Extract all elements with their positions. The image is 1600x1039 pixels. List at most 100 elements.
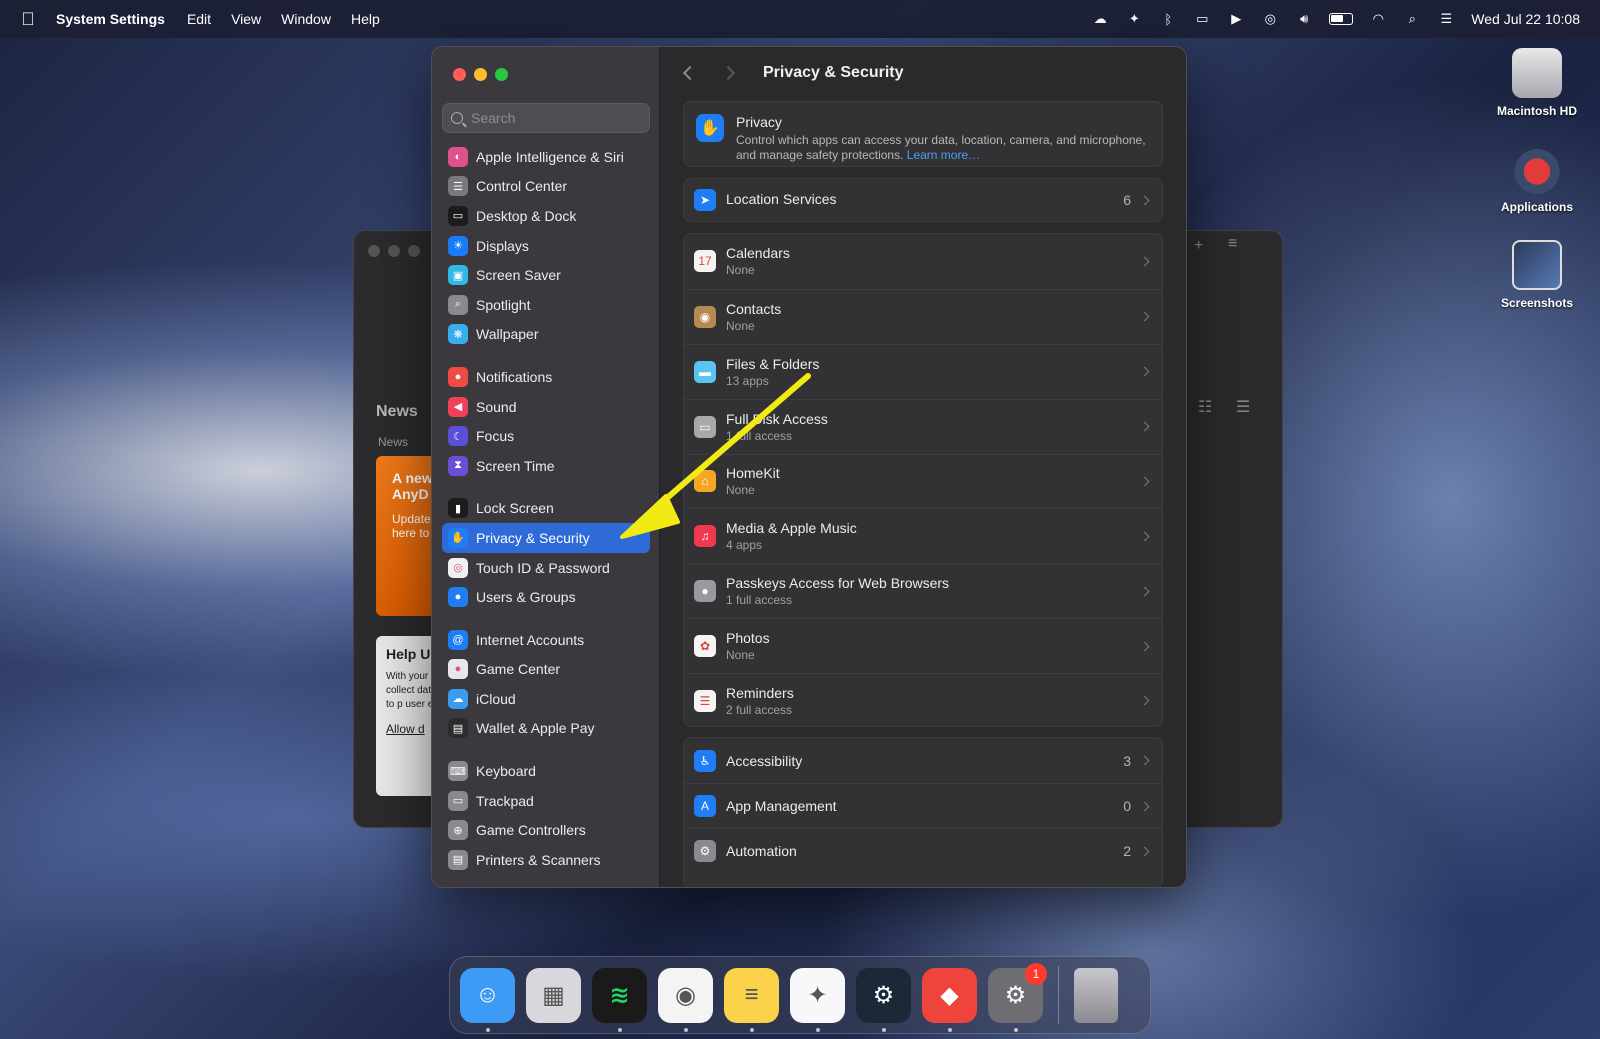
wifi-icon[interactable]: ◠ <box>1369 11 1387 26</box>
sidebar-item-screen-time[interactable]: ⧗ Screen Time <box>442 451 650 481</box>
sidebar-item-apple-intelligence-siri[interactable]: ◐ Apple Intelligence & Siri <box>442 142 650 172</box>
dock-spotify-icon[interactable]: ≋ <box>592 967 647 1032</box>
app-menu[interactable]: System Settings <box>56 11 165 27</box>
privacy-row-homekit[interactable]: ⌂ HomeKit None <box>684 453 1162 509</box>
bg-minimize-button[interactable] <box>388 245 400 257</box>
notifications-icon: ● <box>448 366 468 387</box>
close-button[interactable] <box>453 68 466 81</box>
dock-launchpad-icon[interactable]: ▦ <box>526 967 581 1023</box>
wallet-icon: ▤ <box>448 718 468 739</box>
bluetooth-icon[interactable]: ᛒ <box>1159 12 1177 27</box>
sidebar-item-users-groups[interactable]: ● Users & Groups <box>442 582 650 612</box>
bg-grid-view-icon[interactable]: ☷ <box>1198 397 1212 417</box>
learn-more-link[interactable]: Learn more… <box>907 148 980 162</box>
running-indicator <box>881 1027 886 1032</box>
row-status: None <box>726 263 755 278</box>
zoom-button[interactable] <box>495 68 508 81</box>
battery-icon[interactable] <box>1329 13 1354 25</box>
airdrop-icon[interactable]: ◎ <box>1261 11 1279 26</box>
privacy-row-full-disk-access[interactable]: ▭ Full Disk Access 1 full access <box>684 398 1162 454</box>
sidebar-item-sound[interactable]: ◀ Sound <box>442 392 650 422</box>
screen-time-icon: ⧗ <box>448 455 468 476</box>
desktop-icon-screenshots[interactable]: Screenshots <box>1487 240 1587 310</box>
back-chevron-icon[interactable] <box>682 65 698 81</box>
privacy-row-contacts[interactable]: ◉ Contacts None <box>684 288 1162 344</box>
privacy-row-app-management[interactable]: A App Management 0 <box>684 783 1162 828</box>
privacy-row-passkeys-access-for-web-browsers[interactable]: ● Passkeys Access for Web Browsers 1 full … <box>684 563 1162 618</box>
dock-notes-icon[interactable]: ≡ <box>724 967 779 1032</box>
sidebar-list: ◐ Apple Intelligence & Siri ☰ Control Cente… <box>442 142 650 875</box>
chevron-right-icon <box>1139 846 1150 856</box>
sidebar-item-lock-screen[interactable]: ▮ Lock Screen <box>442 494 650 524</box>
dock-trash-icon[interactable] <box>1074 967 1118 1023</box>
sidebar-item-label: Game Controllers <box>476 822 586 839</box>
sidebar-item-wallpaper[interactable]: ❋ Wallpaper <box>442 320 650 350</box>
running-indicator <box>1013 1027 1018 1032</box>
desktop-icon-macintosh-hd[interactable]: Macintosh HD <box>1487 48 1587 118</box>
sidebar-item-wallet-apple-pay[interactable]: ▤ Wallet & Apple Pay <box>442 714 650 744</box>
bg-zoom-button[interactable] <box>408 245 420 257</box>
dock-steam-icon[interactable]: ⚙ <box>856 967 911 1032</box>
applications-folder-icon <box>1512 144 1562 194</box>
minimize-button[interactable] <box>474 68 487 81</box>
menu-window[interactable]: Window <box>281 11 331 27</box>
menu-clock[interactable]: Wed Jul 22 10:08 <box>1471 11 1580 27</box>
row-label: Accessibility <box>726 752 803 769</box>
forward-chevron-icon[interactable] <box>720 65 736 81</box>
sidebar-item-keyboard[interactable]: ⌨ Keyboard <box>442 756 650 786</box>
dock-finder-icon[interactable]: ☺ <box>460 967 515 1032</box>
bg-close-button[interactable] <box>368 245 380 257</box>
sidebar-item-displays[interactable]: ☀ Displays <box>442 231 650 261</box>
menu-help[interactable]: Help <box>351 11 380 27</box>
sidebar-item-control-center[interactable]: ☰ Control Center <box>442 172 650 202</box>
spotlight-search-icon[interactable]: ⌕ <box>1403 11 1421 26</box>
dock-anydesk-icon[interactable]: ◆ <box>922 967 977 1032</box>
search-field[interactable] <box>442 103 650 133</box>
sidebar-item-screen-saver[interactable]: ▣ Screen Saver <box>442 260 650 290</box>
privacy-row-files-folders[interactable]: ▬ Files & Folders 13 apps <box>684 343 1162 399</box>
privacy-description: Control which apps can access your data,… <box>736 133 1150 163</box>
sidebar-item-game-controllers[interactable]: ⊕ Game Controllers <box>442 815 650 845</box>
privacy-row-photos[interactable]: ✿ Photos None <box>684 618 1162 673</box>
volume-icon[interactable]: 🔊︎ <box>1295 11 1313 26</box>
sidebar-item-spotlight[interactable]: ⌕ Spotlight <box>442 290 650 320</box>
sidebar-item-focus[interactable]: ☾ Focus <box>442 421 650 451</box>
bg-list-menu-icon[interactable]: ≡ <box>1228 235 1237 253</box>
privacy-row-automation[interactable]: ⚙ Automation 2 <box>684 828 1162 873</box>
sidebar-item-privacy-security[interactable]: ✋ Privacy & Security <box>442 523 650 553</box>
sidebar-item-printers-scanners[interactable]: ▤ Printers & Scanners <box>442 845 650 875</box>
sidebar-item-notifications[interactable]: ● Notifications <box>442 362 650 392</box>
display-icon[interactable]: ▭ <box>1193 11 1211 26</box>
dock-gemini-icon[interactable]: ✦ <box>790 967 845 1032</box>
bg-list-view-icon[interactable]: ☰ <box>1236 397 1250 417</box>
sidebar-item-game-center[interactable]: ● Game Center <box>442 655 650 685</box>
cloud-status-icon[interactable]: ☁ <box>1091 11 1109 26</box>
row-label: App Management <box>726 798 837 814</box>
apple-menu-icon[interactable]:  <box>20 9 36 30</box>
wallpaper-icon: ❋ <box>448 324 468 345</box>
search-input[interactable] <box>471 110 641 126</box>
dock-chrome-icon[interactable]: ◉ <box>658 967 713 1032</box>
bg-add-icon[interactable]: + <box>1194 237 1203 255</box>
location-services-row[interactable]: ➤ Location Services 6 <box>684 179 1162 221</box>
privacy-row-calendars[interactable]: 17 Calendars None <box>684 234 1162 289</box>
sidebar-item-internet-accounts[interactable]: @ Internet Accounts <box>442 625 650 655</box>
sidebar-item-touch-id-password[interactable]: ◎ Touch ID & Password <box>442 553 650 583</box>
sparkle-icon[interactable]: ✦ <box>1125 11 1143 26</box>
now-playing-icon[interactable]: ▶ <box>1227 11 1245 26</box>
app-store-icon: A <box>694 795 716 817</box>
sidebar-item-trackpad[interactable]: ▭ Trackpad <box>442 786 650 816</box>
displays-icon: ☀ <box>448 235 468 256</box>
passkey-icon: ● <box>694 580 716 603</box>
privacy-row-reminders[interactable]: ☰ Reminders 2 full access <box>684 673 1162 726</box>
privacy-row-accessibility[interactable]: ♿ Accessibility 3 <box>684 738 1162 783</box>
privacy-row-media-apple-music[interactable]: ♫ Media & Apple Music 4 apps <box>684 508 1162 563</box>
control-center-toggle-icon[interactable]: ☰ <box>1437 11 1455 26</box>
dock-system-settings-icon[interactable]: ⚙ 1 <box>988 962 1047 1032</box>
sidebar-item-desktop-dock[interactable]: ▭ Desktop & Dock <box>442 201 650 231</box>
sidebar-item-icloud[interactable]: ☁ iCloud <box>442 684 650 714</box>
chevron-right-icon <box>1139 531 1150 542</box>
desktop-icon-applications[interactable]: Applications <box>1487 144 1587 214</box>
menu-view[interactable]: View <box>231 11 261 27</box>
menu-edit[interactable]: Edit <box>187 11 211 27</box>
